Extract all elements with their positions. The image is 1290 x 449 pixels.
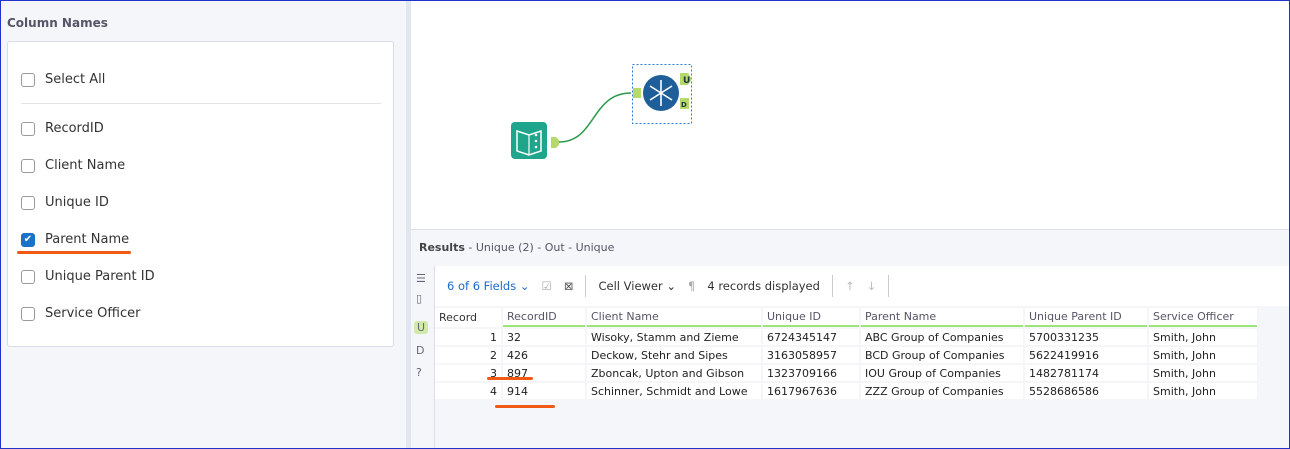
checkbox-icon xyxy=(21,158,35,173)
table-cell[interactable]: Smith, John xyxy=(1149,329,1257,345)
column-checkbox[interactable]: Client Name xyxy=(21,158,125,173)
table-row[interactable]: 1 32 Wisoky, Stamm and Zieme 6724345147 ABC … xyxy=(435,329,1257,345)
table-cell[interactable]: 5700331235 xyxy=(1025,329,1147,345)
results-toolbar: 6 of 6 Fields ⌄ ☑ ⊠ Cell Viewer ⌄ ¶ 4 re… xyxy=(435,266,1289,306)
table-cell[interactable]: 426 xyxy=(503,347,585,363)
separator xyxy=(585,275,587,297)
table-row[interactable]: 3 897 Zboncak, Upton and Gibson 1323709166 I… xyxy=(435,365,1257,381)
records-count: 4 records displayed xyxy=(707,279,820,293)
column-label: RecordID xyxy=(45,121,104,136)
column-label: Client Name xyxy=(45,158,126,173)
checkbox-icon xyxy=(21,306,35,321)
list-icon[interactable]: ☰ xyxy=(416,272,426,285)
separator xyxy=(888,275,890,297)
column-checkbox[interactable]: ✔ Parent Name xyxy=(21,232,129,247)
table-cell[interactable]: BCD Group of Companies xyxy=(861,347,1023,363)
column-label: Parent Name xyxy=(45,232,130,247)
arrow-up-icon[interactable]: ↑ xyxy=(845,279,855,293)
table-cell[interactable]: ABC Group of Companies xyxy=(861,329,1023,345)
column-header[interactable]: Service Officer xyxy=(1149,308,1257,327)
table-cell[interactable]: 6724345147 xyxy=(763,329,859,345)
cell-viewer-dropdown[interactable]: Cell Viewer ⌄ xyxy=(598,279,676,293)
results-sidebar: ☰ ▯ U D ? xyxy=(411,266,435,448)
column-label: Service Officer xyxy=(45,306,141,321)
annotation-underline xyxy=(17,251,131,254)
unique-output-icon[interactable]: U xyxy=(414,321,429,334)
connection-line xyxy=(558,92,632,143)
checkbox-icon: ✔ xyxy=(21,232,35,247)
table-cell[interactable]: ZZZ Group of Companies xyxy=(861,383,1023,399)
table-cell[interactable]: 914 xyxy=(503,383,585,399)
select-all-label: Select All xyxy=(45,72,106,87)
panel-title: Column Names xyxy=(7,16,108,30)
results-panel: Results - Unique (2) - Out - Unique ☰ ▯ … xyxy=(411,229,1289,448)
input-anchor xyxy=(633,88,641,98)
checkbox-icon xyxy=(21,269,35,284)
checkbox-icon xyxy=(21,195,35,210)
duplicate-output-icon[interactable]: D xyxy=(416,344,424,357)
table-cell[interactable]: 2 xyxy=(435,347,501,363)
table-cell[interactable]: 5622419916 xyxy=(1025,347,1147,363)
column-label: Unique ID xyxy=(45,195,109,210)
table-cell[interactable]: Wisoky, Stamm and Zieme xyxy=(587,329,761,345)
table-cell[interactable]: Schinner, Schmidt and Lowe xyxy=(587,383,761,399)
column-checkbox[interactable]: Unique Parent ID xyxy=(21,269,155,284)
workflow-svg: U D xyxy=(511,64,692,159)
column-list: Select All RecordID Client Name Unique ID ✔… xyxy=(7,41,394,347)
input-tool-icon[interactable] xyxy=(511,122,547,159)
table-cell[interactable]: IOU Group of Companies xyxy=(861,365,1023,381)
annotation-underline xyxy=(495,405,555,408)
table-cell[interactable]: Zboncak, Upton and Gibson xyxy=(587,365,761,381)
deselect-icon[interactable]: ⊠ xyxy=(564,279,574,293)
results-grid: Record RecordID Client Name Unique ID Parent… xyxy=(435,306,1289,448)
checkbox-icon xyxy=(21,121,35,136)
table-cell[interactable]: 1 xyxy=(435,329,501,345)
arrow-down-icon[interactable]: ↓ xyxy=(867,279,877,293)
check-icon[interactable]: ☑ xyxy=(542,279,552,293)
table-cell[interactable]: Smith, John xyxy=(1149,383,1257,399)
divider xyxy=(21,103,381,104)
checkbox-icon xyxy=(21,72,35,87)
table-cell[interactable]: 3163058957 xyxy=(763,347,859,363)
column-checkbox[interactable]: Unique ID xyxy=(21,195,109,210)
column-header[interactable]: Parent Name xyxy=(861,308,1023,327)
table-row[interactable]: 4 914 Schinner, Schmidt and Lowe 1617967636… xyxy=(435,383,1257,399)
column-header[interactable]: Unique Parent ID xyxy=(1025,308,1147,327)
table-cell[interactable]: 1323709166 xyxy=(763,365,859,381)
table-cell[interactable]: 1617967636 xyxy=(763,383,859,399)
fields-dropdown[interactable]: 6 of 6 Fields ⌄ xyxy=(447,279,530,293)
select-all-checkbox[interactable]: Select All xyxy=(21,72,105,87)
svg-text:D: D xyxy=(681,101,687,109)
column-header[interactable]: Record xyxy=(435,308,501,327)
column-names-panel: Column Names Select All RecordID Client N… xyxy=(1,1,406,448)
help-icon[interactable]: ? xyxy=(416,366,422,379)
table-cell[interactable]: 1482781174 xyxy=(1025,365,1147,381)
table-cell[interactable]: Smith, John xyxy=(1149,347,1257,363)
table-cell[interactable]: 4 xyxy=(435,383,501,399)
svg-text:U: U xyxy=(683,76,690,86)
column-header[interactable]: Unique ID xyxy=(763,308,859,327)
separator xyxy=(831,275,833,297)
pilcrow-icon[interactable]: ¶ xyxy=(688,279,695,293)
metadata-icon[interactable]: ▯ xyxy=(416,292,422,305)
table-row[interactable]: 2 426 Deckow, Stehr and Sipes 3163058957 BCD… xyxy=(435,347,1257,363)
unique-tool-icon[interactable] xyxy=(643,75,679,111)
results-title: Results - Unique (2) - Out - Unique xyxy=(419,241,615,254)
table-cell[interactable]: Deckow, Stehr and Sipes xyxy=(587,347,761,363)
column-checkbox[interactable]: Service Officer xyxy=(21,306,140,321)
column-header[interactable]: Client Name xyxy=(587,308,761,327)
table-cell[interactable]: 5528686586 xyxy=(1025,383,1147,399)
column-header[interactable]: RecordID xyxy=(503,308,585,327)
table-cell[interactable]: Smith, John xyxy=(1149,365,1257,381)
table-cell[interactable]: 32 xyxy=(503,329,585,345)
annotation-underline xyxy=(487,377,533,380)
output-anchor xyxy=(551,137,559,148)
workflow-canvas[interactable]: U D xyxy=(411,1,1289,227)
column-label: Unique Parent ID xyxy=(45,269,155,284)
column-checkbox[interactable]: RecordID xyxy=(21,121,104,136)
